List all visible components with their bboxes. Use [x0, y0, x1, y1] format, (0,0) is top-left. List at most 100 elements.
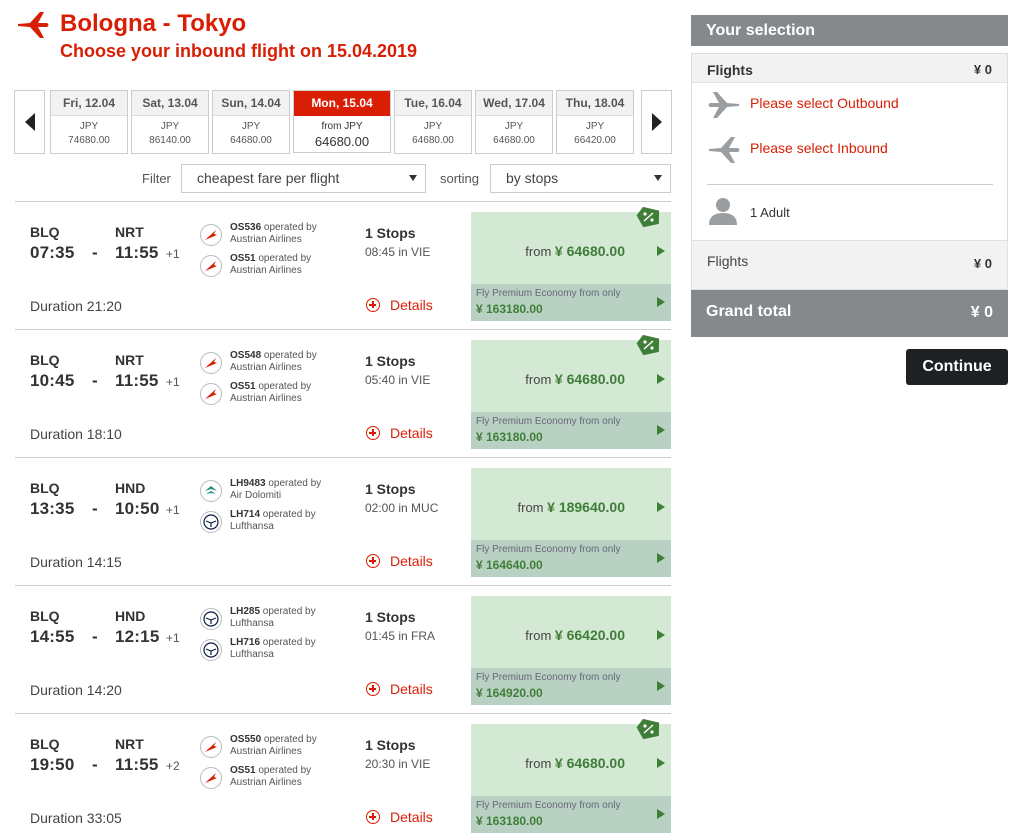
flight-number: LH714: [230, 509, 261, 520]
operated-by: operated by: [262, 606, 316, 617]
details-link[interactable]: Details: [366, 809, 433, 825]
route-title: Bologna - Tokyo: [60, 10, 247, 37]
filter-select[interactable]: cheapest fare per flight: [181, 164, 426, 193]
price-summary: Flights ¥ 0: [691, 240, 1008, 290]
flight-number: OS51: [230, 381, 256, 392]
date-option[interactable]: Mon, 15.04 from JPY 64680.00: [293, 90, 391, 153]
airline-logo: [200, 639, 222, 661]
date-option[interactable]: Thu, 18.04 JPY 66420.00: [556, 90, 634, 154]
carrier-name: Lufthansa: [230, 649, 274, 660]
date-label: Fri, 12.04: [51, 91, 127, 116]
airline-logo: [200, 736, 222, 758]
origin-code: BLQ: [30, 352, 60, 368]
premium-economy-button[interactable]: Fly Premium Economy from only ¥ 163180.00: [471, 796, 671, 833]
caret-down-icon: [654, 175, 662, 181]
fare-amount: ¥ 66420.00: [554, 627, 625, 643]
airplane-icon: [708, 92, 739, 118]
airline-logo: [200, 480, 222, 502]
arrow-right-icon: [657, 758, 665, 768]
leg-info: OS51 operated by Austrian Airlines: [230, 765, 345, 789]
leg-info: OS548 operated by Austrian Airlines: [230, 350, 345, 374]
chevron-left-icon: [24, 113, 35, 131]
continue-button[interactable]: Continue: [906, 349, 1008, 385]
leg-info: LH714 operated by Lufthansa: [230, 509, 345, 533]
lufthansa-logo-icon: [203, 514, 219, 530]
date-option[interactable]: Sat, 13.04 JPY 86140.00: [131, 90, 209, 154]
austrian-logo-icon: [205, 773, 217, 783]
selection-box: Flights ¥ 0 Please select Outbound Pleas…: [691, 53, 1008, 249]
carrier-name: Austrian Airlines: [230, 362, 302, 373]
date-option[interactable]: Fri, 12.04 JPY 74680.00: [50, 90, 128, 154]
operated-by: operated by: [268, 478, 322, 489]
stopover-info: 01:45 in FRA: [365, 629, 436, 643]
inbound-selection[interactable]: Please select Inbound: [707, 135, 997, 165]
economy-fare-button[interactable]: from ¥ 189640.00: [471, 468, 671, 540]
outbound-selection[interactable]: Please select Outbound: [707, 90, 997, 120]
plus-circle-icon: [366, 426, 380, 440]
operated-by: operated by: [258, 765, 312, 776]
premium-economy-button[interactable]: Fly Premium Economy from only ¥ 163180.00: [471, 284, 671, 321]
date-label: Mon, 15.04: [294, 91, 390, 116]
origin-code: BLQ: [30, 608, 60, 624]
arrow-right-icon: [657, 553, 665, 563]
carrier-name: Austrian Airlines: [230, 393, 302, 404]
details-link[interactable]: Details: [366, 425, 433, 441]
departure-time: 10:45: [30, 371, 75, 390]
origin-code: BLQ: [30, 224, 60, 240]
flight-leg: OS550 operated by Austrian Airlines: [200, 734, 340, 764]
plus-circle-icon: [366, 810, 380, 824]
details-link[interactable]: Details: [366, 681, 433, 697]
date-price: 64680.00: [493, 135, 535, 146]
austrian-logo-icon: [205, 358, 217, 368]
operated-by: operated by: [263, 734, 317, 745]
date-list: Fri, 12.04 JPY 74680.00 Sat, 13.04 JPY 86140.…: [50, 90, 636, 154]
discount-tag-icon: [636, 334, 660, 355]
flight-number: OS51: [230, 253, 256, 264]
departure-time: 19:50: [30, 755, 75, 774]
economy-fare-button[interactable]: from ¥ 66420.00: [471, 596, 671, 668]
page-header: Bologna - Tokyo Choose your inbound flig…: [14, 8, 674, 68]
fare-amount: ¥ 189640.00: [547, 499, 625, 515]
previous-dates-button[interactable]: [14, 90, 45, 154]
departure-time: 13:35: [30, 499, 75, 518]
arrow-right-icon: [657, 809, 665, 819]
date-option[interactable]: Tue, 16.04 JPY 64680.00: [394, 90, 472, 154]
next-dates-button[interactable]: [641, 90, 672, 154]
carrier-name: Austrian Airlines: [230, 777, 302, 788]
premium-label: Fly Premium Economy from only: [476, 800, 621, 811]
date-currency: JPY: [504, 121, 524, 132]
premium-economy-button[interactable]: Fly Premium Economy from only ¥ 164920.00: [471, 668, 671, 705]
details-label: Details: [390, 425, 433, 441]
details-label: Details: [390, 297, 433, 313]
leg-info: OS51 operated by Austrian Airlines: [230, 381, 345, 405]
sorting-select[interactable]: by stops: [490, 164, 671, 193]
date-price: 66420.00: [574, 135, 616, 146]
flight-number: OS550: [230, 734, 262, 745]
arrival-time: 10:50: [115, 499, 160, 518]
premium-price: ¥ 163180.00: [476, 814, 543, 828]
date-option[interactable]: Sun, 14.04 JPY 64680.00: [212, 90, 290, 154]
page-subtitle: Choose your inbound flight on 15.04.2019: [60, 41, 418, 61]
day-offset: +1: [166, 503, 180, 517]
selection-title: Your selection: [691, 15, 1008, 46]
summary-flights-label: Flights: [707, 253, 749, 269]
leg-info: LH285 operated by Lufthansa: [230, 606, 345, 630]
selection-flights-header: Flights ¥ 0: [692, 54, 1007, 83]
fare-price: from ¥ 64680.00: [525, 243, 625, 259]
details-link[interactable]: Details: [366, 297, 433, 313]
flight-number: OS548: [230, 350, 262, 361]
austrian-logo-icon: [205, 230, 217, 240]
flight-leg: OS51 operated by Austrian Airlines: [200, 381, 340, 411]
destination-code: NRT: [115, 352, 144, 368]
date-selector: Fri, 12.04 JPY 74680.00 Sat, 13.04 JPY 86140.…: [14, 90, 672, 154]
stopover-info: 20:30 in VIE: [365, 757, 431, 771]
premium-label: Fly Premium Economy from only: [476, 288, 621, 299]
details-link[interactable]: Details: [366, 553, 433, 569]
fare-price: from ¥ 64680.00: [525, 755, 625, 771]
arrow-right-icon: [657, 630, 665, 640]
premium-economy-button[interactable]: Fly Premium Economy from only ¥ 163180.00: [471, 412, 671, 449]
origin-code: BLQ: [30, 480, 60, 496]
date-option[interactable]: Wed, 17.04 JPY 64680.00: [475, 90, 553, 154]
premium-economy-button[interactable]: Fly Premium Economy from only ¥ 164640.00: [471, 540, 671, 577]
operated-by: operated by: [258, 381, 312, 392]
